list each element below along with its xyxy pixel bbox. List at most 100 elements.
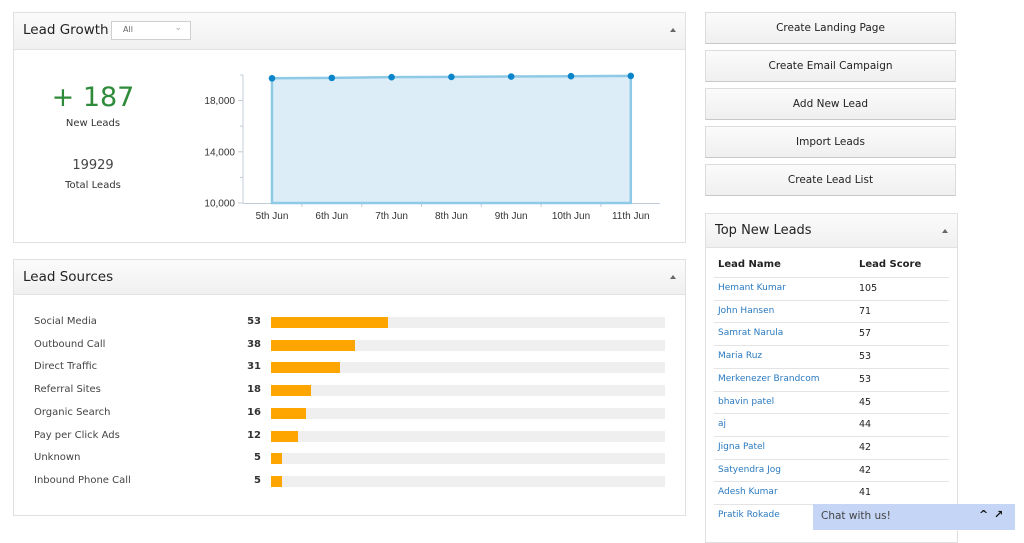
lead-name-link[interactable]: Maria Ruz [718, 351, 762, 361]
collapse-icon[interactable] [670, 275, 676, 279]
lead-source-bar [271, 339, 356, 351]
lead-sources-panel: Lead Sources Social Media 53 Outbound Call… [13, 259, 686, 516]
lead-source-row: Organic Search 16 [14, 407, 685, 421]
table-row: Samrat Narula 57 [714, 322, 949, 345]
create-email-campaign-button[interactable]: Create Email Campaign [705, 50, 956, 82]
column-header-lead-name: Lead Name [718, 259, 781, 270]
add-new-lead-button[interactable]: Add New Lead [705, 88, 956, 120]
create-landing-page-button[interactable]: Create Landing Page [705, 12, 956, 44]
lead-sources-header: Lead Sources [14, 260, 685, 295]
y-tick-label: 10,000 [204, 199, 235, 210]
lead-score: 45 [859, 396, 872, 408]
table-row: aj 44 [714, 413, 949, 436]
import-leads-button[interactable]: Import Leads [705, 126, 956, 158]
lead-source-row: Pay per Click Ads 12 [14, 430, 685, 444]
lead-source-count: 31 [247, 361, 261, 373]
lead-score: 42 [859, 441, 872, 453]
lead-score: 71 [859, 305, 872, 317]
lead-source-bar-track [271, 430, 665, 442]
create-lead-list-button[interactable]: Create Lead List [705, 164, 956, 196]
lead-source-count: 5 [254, 452, 261, 464]
lead-score: 44 [859, 419, 872, 431]
table-row: John Hansen 71 [714, 299, 949, 323]
x-tick-label: 6th Jun [315, 211, 348, 222]
lead-source-count: 38 [247, 338, 261, 350]
table-row: Merkenezer Brandcom 53 [714, 367, 949, 391]
top-new-leads-title: Top New Leads [715, 223, 812, 238]
x-tick-label: 8th Jun [435, 211, 468, 222]
lead-score: 57 [859, 328, 872, 340]
lead-score: 42 [859, 464, 872, 476]
data-point [268, 75, 276, 82]
y-tick-label: 14,000 [204, 147, 235, 158]
lead-source-bar [271, 385, 311, 397]
lead-name-link[interactable]: Hemant Kumar [718, 283, 786, 293]
top-new-leads-header: Top New Leads [706, 214, 957, 248]
lead-source-bar-track [271, 385, 665, 397]
lead-source-bar [271, 475, 283, 487]
lead-growth-panel: Lead Growth All ⌄ + 187 New Leads 19929 … [13, 12, 686, 243]
chat-widget[interactable]: Chat with us! ^ ↗ [813, 504, 1015, 530]
lead-name-link[interactable]: John Hansen [718, 306, 774, 316]
area-series-total-leads [270, 74, 633, 205]
x-tick-label: 11th Jun [612, 211, 650, 222]
lead-source-row: Unknown 5 [14, 452, 685, 466]
y-tick-label: 18,000 [204, 96, 235, 107]
lead-score: 41 [859, 487, 872, 499]
lead-source-count: 18 [247, 384, 261, 396]
lead-source-count: 16 [247, 406, 261, 418]
lead-source-label: Pay per Click Ads [34, 429, 120, 441]
x-tick-label: 7th Jun [375, 211, 408, 222]
top-new-leads-panel: Top New Leads Lead Name Lead Score Heman… [705, 213, 958, 543]
lead-source-bar [271, 317, 389, 328]
lead-name-link[interactable]: Jigna Patel [718, 442, 765, 452]
x-tick-label: 10th Jun [552, 211, 590, 222]
lead-source-row: Social Media 53 [14, 316, 685, 330]
data-point [328, 74, 336, 82]
lead-source-bar-track [271, 475, 665, 487]
lead-source-label: Inbound Phone Call [34, 474, 131, 486]
lead-source-label: Social Media [34, 316, 97, 327]
lead-source-row: Outbound Call 38 [14, 339, 685, 353]
table-row: Jigna Patel 42 [714, 435, 949, 459]
x-tick-label: 5th Jun [256, 211, 289, 222]
data-point [507, 73, 515, 80]
lead-sources-title: Lead Sources [23, 269, 114, 285]
column-header-lead-score: Lead Score [859, 259, 922, 270]
lead-source-count: 5 [254, 474, 261, 486]
lead-source-label: Organic Search [34, 406, 111, 418]
collapse-icon[interactable] [942, 229, 948, 233]
table-row: Adesh Kumar 41 [714, 481, 949, 504]
lead-source-bar [271, 407, 307, 419]
lead-source-label: Referral Sites [34, 384, 101, 396]
lead-source-row: Referral Sites 18 [14, 384, 685, 398]
lead-source-bar-track [271, 317, 665, 328]
lead-name-link[interactable]: Pratik Rokade [718, 510, 780, 520]
data-point [448, 73, 455, 81]
lead-score: 53 [859, 351, 872, 363]
lead-name-link[interactable]: Adesh Kumar [718, 487, 778, 497]
lead-growth-chart: 10,000 14,000 18,000 5th Jun 6th Jun 7th Jun 8… [204, 72, 660, 222]
table-row: Maria Ruz 53 [714, 345, 949, 368]
lead-name-link[interactable]: aj [718, 419, 726, 429]
lead-source-bar-track [271, 362, 665, 374]
lead-source-label: Unknown [34, 452, 81, 464]
lead-name-link[interactable]: Samrat Narula [718, 328, 783, 338]
table-row: Satyendra Jog 42 [714, 458, 949, 482]
lead-name-link[interactable]: bhavin patel [718, 397, 774, 407]
lead-name-link[interactable]: Merkenezer Brandcom [718, 374, 820, 384]
data-point [388, 73, 395, 81]
table-row: Hemant Kumar 105 [714, 277, 949, 300]
lead-source-bar [271, 453, 283, 465]
popout-arrow-icon[interactable]: ↗ [994, 508, 1003, 521]
table-row: bhavin patel 45 [714, 390, 949, 414]
lead-source-count: 53 [247, 316, 261, 327]
lead-source-bar [271, 362, 340, 374]
lead-source-label: Outbound Call [34, 338, 106, 350]
lead-source-bar [271, 430, 298, 442]
lead-name-link[interactable]: Satyendra Jog [718, 465, 781, 475]
data-point [627, 72, 635, 80]
lead-source-bar-track [271, 339, 665, 351]
lead-source-bar-track [271, 453, 665, 465]
chevron-up-icon[interactable]: ^ [979, 508, 988, 521]
